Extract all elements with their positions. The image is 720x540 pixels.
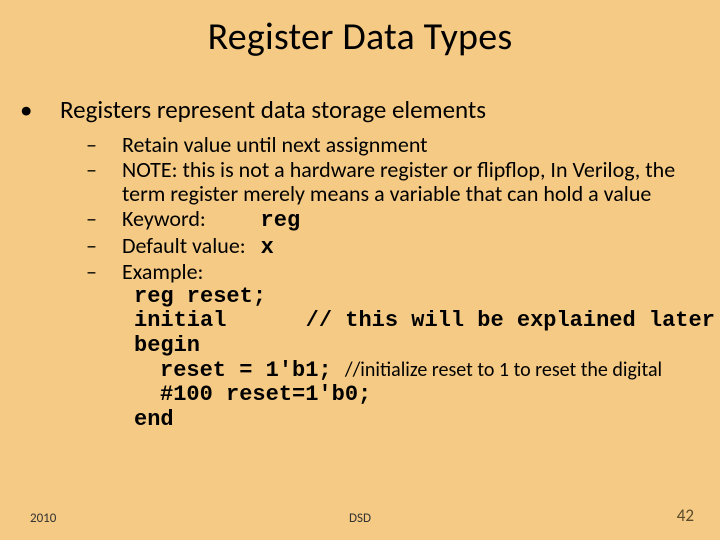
sub-item-example: –Example: bbox=[122, 260, 696, 285]
dash-icon: – bbox=[104, 207, 122, 232]
slide-title: Register Data Types bbox=[0, 0, 720, 60]
footer-center: DSD bbox=[0, 511, 720, 526]
keyword-code: reg bbox=[261, 208, 301, 233]
sub-item-default: –Default value: x bbox=[122, 234, 696, 261]
footer-page-number: 42 bbox=[677, 505, 694, 526]
keyword-label: Keyword: bbox=[122, 205, 206, 232]
code-line-6: end bbox=[134, 408, 696, 433]
code5: #100 reset=1'b0; bbox=[134, 383, 371, 408]
sub2-text: NOTE: this is not a hardware register or… bbox=[122, 156, 675, 208]
sub-item-keyword: –Keyword: reg bbox=[122, 207, 696, 234]
slide-body: •Registers represent data storage elemen… bbox=[0, 94, 720, 433]
dash-icon: – bbox=[104, 133, 122, 158]
sub-item-1: –Retain value until next assignment bbox=[122, 133, 696, 158]
example-label: Example: bbox=[122, 258, 203, 285]
code-line-2: initial // this will be explained later bbox=[134, 309, 696, 334]
sub1-text: Retain value until next assignment bbox=[122, 131, 428, 158]
slide: Register Data Types •Registers represent… bbox=[0, 0, 720, 540]
sub-item-2: –NOTE: this is not a hardware register o… bbox=[122, 158, 696, 207]
code4b-comment: //initialize reset to 1 to reset the dig… bbox=[345, 358, 662, 382]
default-code: x bbox=[261, 235, 274, 260]
code-line-4: reset = 1'b1; //initialize reset to 1 to… bbox=[134, 359, 696, 384]
code-line-3: begin bbox=[134, 334, 696, 359]
code-block: reg reset; initial // this will be expla… bbox=[134, 285, 696, 433]
sub-list: –Retain value until next assignment –NOT… bbox=[104, 133, 696, 285]
default-label: Default value: bbox=[122, 232, 246, 259]
code2b-comment: // this will be explained later bbox=[306, 308, 715, 333]
bullet-dot-icon: • bbox=[40, 94, 60, 125]
bullet1-text: Registers represent data storage element… bbox=[60, 94, 486, 125]
code-line-5: #100 reset=1'b0; bbox=[134, 383, 696, 408]
bullet-level1: •Registers represent data storage elemen… bbox=[60, 94, 696, 125]
code2a: initial bbox=[134, 308, 226, 333]
dash-icon: – bbox=[104, 158, 122, 183]
dash-icon: – bbox=[104, 260, 122, 285]
code4a: reset = 1'b1; bbox=[134, 359, 332, 384]
dash-icon: – bbox=[104, 234, 122, 259]
code-line-1: reg reset; bbox=[134, 285, 696, 310]
